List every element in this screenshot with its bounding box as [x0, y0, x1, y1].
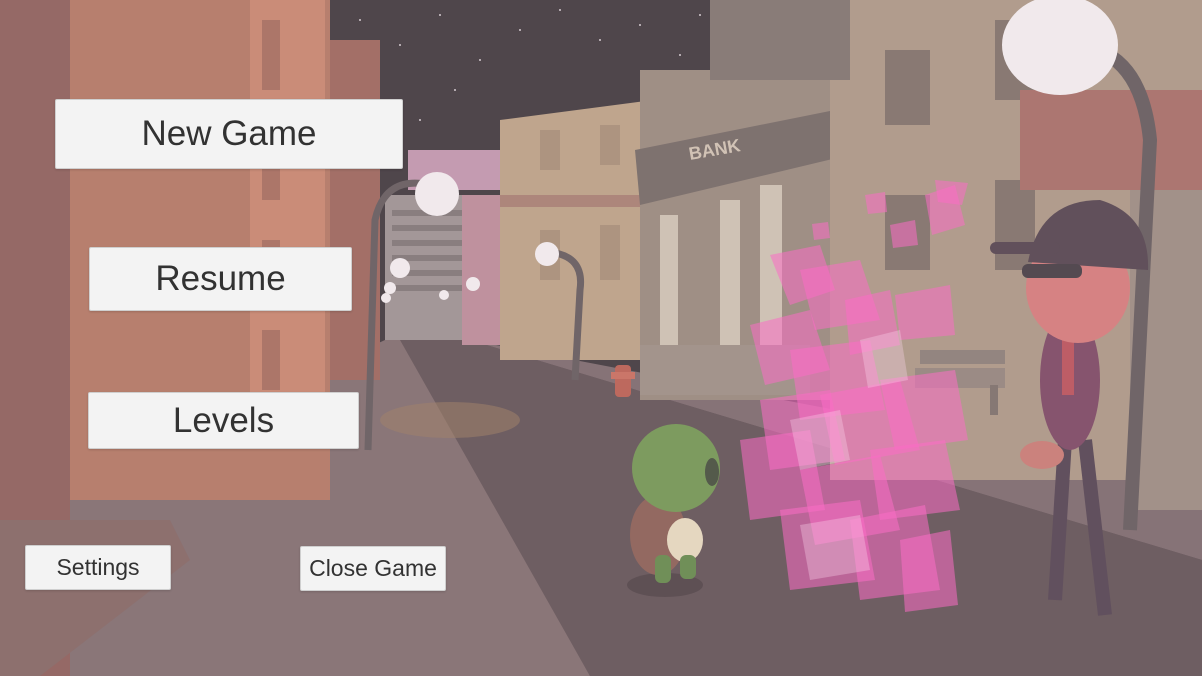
levels-button[interactable]: Levels — [88, 392, 359, 449]
settings-button[interactable]: Settings — [25, 545, 171, 590]
resume-button[interactable]: Resume — [89, 247, 352, 311]
new-game-button[interactable]: New Game — [55, 99, 403, 169]
close-game-button[interactable]: Close Game — [300, 546, 446, 591]
